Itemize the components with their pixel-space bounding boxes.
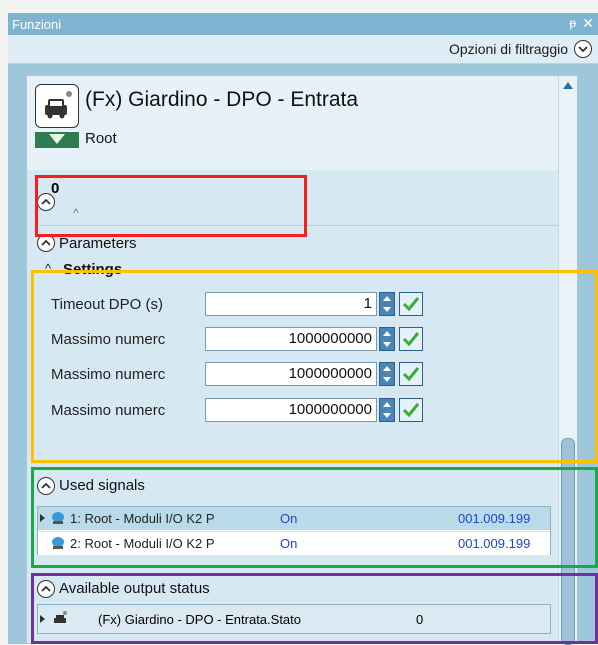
filter-bar: Opzioni di filtraggio <box>8 35 598 64</box>
confirm-check-icon[interactable] <box>399 292 423 316</box>
collapse-signals-button[interactable] <box>37 477 55 495</box>
output-status-table: (Fx) Giardino - DPO - Entrata.Stato 0 <box>37 604 551 634</box>
divider <box>39 225 559 226</box>
collapse-parameters-button[interactable] <box>37 234 55 252</box>
max-number-input[interactable]: 1000000000 <box>205 327 377 351</box>
signal-address: 001.009.199 <box>458 511 531 526</box>
confirm-check-icon[interactable] <box>399 398 423 422</box>
filter-options-label[interactable]: Opzioni di filtraggio <box>449 41 568 57</box>
used-signals-label: Used signals <box>59 477 145 494</box>
function-header: (Fx) Giardino - DPO - Entrata Root <box>27 76 561 170</box>
output-value: 0 <box>416 612 424 627</box>
close-icon[interactable]: ✕ <box>582 15 594 32</box>
car-icon <box>52 610 68 629</box>
signal-name: 2: Root - Moduli I/O K2 P <box>70 536 215 551</box>
signal-name: 1: Root - Moduli I/O K2 P <box>70 511 215 526</box>
signal-address: 001.009.199 <box>458 536 531 551</box>
settings-label: Settings <box>63 261 123 278</box>
signal-state: On <box>280 536 298 551</box>
stepper-icon[interactable] <box>379 362 395 386</box>
setting-label: Timeout DPO (s) <box>51 296 163 313</box>
max-number-input[interactable]: 1000000000 <box>205 398 377 422</box>
function-panel: (Fx) Giardino - DPO - Entrata Root 0 ^ P… <box>26 75 578 645</box>
signal-state: On <box>280 511 298 526</box>
function-title: (Fx) Giardino - DPO - Entrata <box>85 88 359 111</box>
confirm-check-icon[interactable] <box>399 362 423 386</box>
output-name: (Fx) Giardino - DPO - Entrata.Stato <box>98 612 302 627</box>
caret-up-icon[interactable]: ^ <box>73 206 79 220</box>
setting-label: Massimo numerc <box>51 331 166 348</box>
scroll-up-icon[interactable] <box>563 82 573 89</box>
group-value: 0 <box>51 180 60 197</box>
stepper-icon[interactable] <box>379 327 395 351</box>
timeout-input[interactable]: 1 <box>205 292 377 316</box>
window-title: Funzioni <box>12 17 62 32</box>
parameters-label: Parameters <box>59 235 137 252</box>
scrollbar-thumb[interactable] <box>561 438 575 645</box>
confirm-check-icon[interactable] <box>399 327 423 351</box>
output-status-label: Available output status <box>59 580 210 597</box>
vertical-scrollbar[interactable] <box>558 76 577 645</box>
table-row[interactable]: 2: Root - Moduli I/O K2 P On 001.009.199 <box>38 531 550 555</box>
lamp-icon <box>50 536 66 550</box>
pin-icon[interactable]: ᵽ <box>569 16 576 30</box>
chevron-down-icon[interactable] <box>574 40 592 58</box>
stepper-icon[interactable] <box>379 398 395 422</box>
collapse-output-button[interactable] <box>37 580 55 598</box>
window-titlebar: Funzioni ᵽ ✕ <box>8 13 598 35</box>
signals-table: 1: Root - Moduli I/O K2 P On 001.009.199… <box>37 506 551 555</box>
setting-label: Massimo numerc <box>51 402 166 419</box>
arrow-down-icon <box>35 132 79 148</box>
lamp-icon <box>50 511 66 525</box>
row-pointer-icon <box>40 615 45 623</box>
car-icon <box>35 84 79 128</box>
setting-label: Massimo numerc <box>51 366 166 383</box>
table-row[interactable]: 1: Root - Moduli I/O K2 P On 001.009.199 <box>38 507 550 530</box>
stepper-icon[interactable] <box>379 292 395 316</box>
row-pointer-icon <box>40 514 45 522</box>
caret-up-icon[interactable]: ^ <box>45 261 51 276</box>
function-root: Root <box>85 130 117 147</box>
max-number-input[interactable]: 1000000000 <box>205 362 377 386</box>
